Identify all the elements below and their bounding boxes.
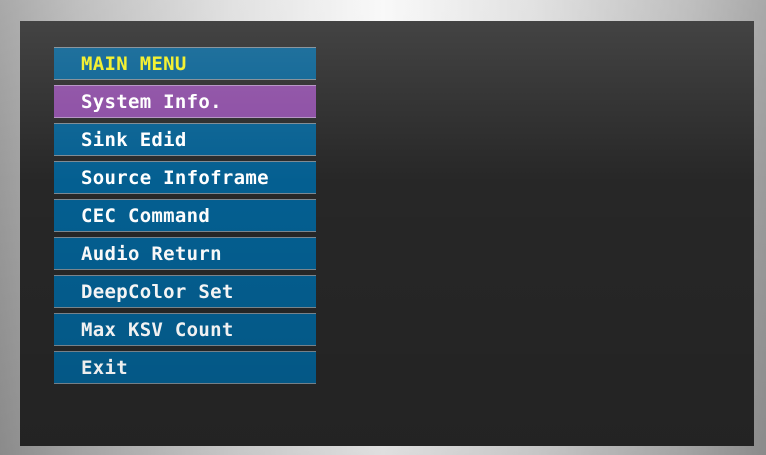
menu-item-label: Max KSV Count: [81, 318, 234, 341]
menu-item-label: Exit: [81, 356, 128, 379]
menu-item-deepcolor-set[interactable]: DeepColor Set: [54, 275, 316, 308]
main-menu: MAIN MENU System Info. Sink Edid Source …: [54, 47, 316, 389]
menu-item-label: System Info.: [81, 90, 222, 113]
menu-item-system-info[interactable]: System Info.: [54, 85, 316, 118]
menu-item-label: Sink Edid: [81, 128, 187, 151]
osd-screen: MAIN MENU System Info. Sink Edid Source …: [20, 21, 754, 446]
menu-title: MAIN MENU: [54, 47, 316, 80]
menu-item-max-ksv-count[interactable]: Max KSV Count: [54, 313, 316, 346]
menu-item-sink-edid[interactable]: Sink Edid: [54, 123, 316, 156]
menu-item-label: CEC Command: [81, 204, 211, 227]
monitor-bezel: MAIN MENU System Info. Sink Edid Source …: [0, 0, 766, 455]
menu-item-cec-command[interactable]: CEC Command: [54, 199, 316, 232]
menu-item-audio-return[interactable]: Audio Return: [54, 237, 316, 270]
menu-item-exit[interactable]: Exit: [54, 351, 316, 384]
menu-item-label: Audio Return: [81, 242, 222, 265]
menu-item-source-infoframe[interactable]: Source Infoframe: [54, 161, 316, 194]
menu-title-label: MAIN MENU: [81, 52, 187, 75]
menu-item-label: Source Infoframe: [81, 166, 269, 189]
menu-item-label: DeepColor Set: [81, 280, 234, 303]
